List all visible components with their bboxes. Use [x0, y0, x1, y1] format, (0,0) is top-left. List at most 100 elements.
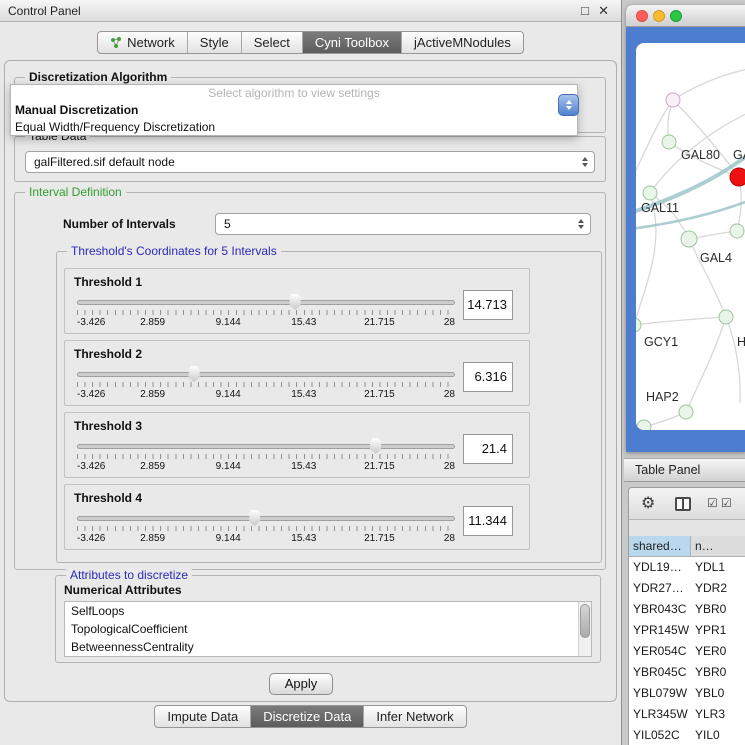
scale-label: -3.426	[77, 461, 105, 472]
cell[interactable]: YDL19…	[629, 557, 691, 578]
cell[interactable]: YDR27…	[629, 578, 691, 599]
scale-label: 2.859	[140, 317, 165, 328]
cell[interactable]: YBL079W	[629, 683, 691, 704]
close-traffic-light[interactable]	[636, 10, 648, 22]
tab-style[interactable]: Style	[188, 32, 242, 53]
cell[interactable]: YDL1	[691, 557, 745, 578]
table-row[interactable]: YLR345WYLR3	[629, 704, 745, 725]
cell[interactable]: YBR045C	[629, 662, 691, 683]
network-node[interactable]	[719, 310, 733, 324]
node-label: HAP2	[646, 390, 679, 404]
tab-infer-network[interactable]: Infer Network	[364, 706, 465, 727]
cell[interactable]: YLR3	[691, 704, 745, 725]
attributes-list-scrollbar[interactable]	[578, 602, 591, 656]
slider-track[interactable]	[77, 516, 455, 521]
scrollbar-thumb[interactable]	[580, 604, 590, 638]
checkbox-icon[interactable]: ☑	[721, 496, 732, 510]
slider-track[interactable]	[77, 372, 455, 377]
scale-label: 15.43	[291, 533, 316, 544]
algorithm-option-equal-width[interactable]: Equal Width/Frequency Discretization	[11, 119, 577, 136]
threshold-3-value-field[interactable]: 21.4	[463, 434, 513, 464]
cell[interactable]: YPR1	[691, 620, 745, 641]
number-of-intervals-label: Number of Intervals	[63, 217, 176, 231]
tab-cyni-toolbox[interactable]: Cyni Toolbox	[303, 32, 402, 53]
tab-impute-data[interactable]: Impute Data	[155, 706, 251, 727]
threshold-3-slider[interactable]: -3.426 2.859 9.144 15.43 21.715 28	[77, 437, 455, 477]
cell[interactable]: YBR0	[691, 599, 745, 620]
cell[interactable]: YER054C	[629, 641, 691, 662]
table-row[interactable]: YBL079WYBL0	[629, 683, 745, 704]
table-row[interactable]: YBR043CYBR0	[629, 599, 745, 620]
table-row[interactable]: YER054CYER0	[629, 641, 745, 662]
table-row[interactable]: YDR27…YDR2	[629, 578, 745, 599]
network-node[interactable]	[666, 93, 680, 107]
slider-thumb[interactable]	[248, 510, 261, 526]
minimize-traffic-light[interactable]	[653, 10, 665, 22]
table-row[interactable]: YIL052CYIL0	[629, 725, 745, 745]
node-label: GCY1	[644, 335, 678, 349]
network-node[interactable]	[637, 420, 651, 430]
cell[interactable]: YIL052C	[629, 725, 691, 745]
network-node[interactable]	[636, 318, 641, 332]
algorithm-dropdown-placeholder: Select algorithm to view settings	[11, 85, 577, 102]
threshold-2-value-field[interactable]: 6.316	[463, 362, 513, 392]
algorithm-combobox-stepper[interactable]	[558, 94, 579, 116]
list-item[interactable]: TopologicalCoefficient	[65, 620, 591, 638]
tab-jactivemnodules[interactable]: jActiveMNodules	[402, 32, 523, 53]
cell[interactable]: YLR345W	[629, 704, 691, 725]
stepper-down-icon	[566, 106, 572, 110]
network-node-selected[interactable]	[730, 168, 745, 186]
apply-button[interactable]: Apply	[269, 673, 333, 695]
gear-icon[interactable]: ⚙	[641, 494, 655, 514]
network-edges[interactable]	[636, 69, 745, 427]
table-row[interactable]: YBR045CYBR0	[629, 662, 745, 683]
algorithm-option-manual[interactable]: Manual Discretization	[11, 102, 577, 119]
close-window-icon[interactable]: ✕	[598, 0, 609, 22]
checkbox-icon[interactable]: ☑	[707, 496, 718, 510]
tab-select[interactable]: Select	[242, 32, 303, 53]
threshold-1-value-field[interactable]: 14.713	[463, 290, 513, 320]
cell[interactable]: YBL0	[691, 683, 745, 704]
network-node[interactable]	[643, 186, 657, 200]
float-window-icon[interactable]: □	[581, 0, 589, 22]
network-canvas[interactable]: GAL80 GA GAL11 GAL4 GCY1 HAP2 H	[636, 43, 745, 430]
scale-label: 21.715	[364, 317, 395, 328]
number-of-intervals-combobox[interactable]: 5	[215, 213, 591, 235]
threshold-2-slider[interactable]: -3.426 2.859 9.144 15.43 21.715 28	[77, 365, 455, 405]
cell[interactable]: YBR0	[691, 662, 745, 683]
control-panel-titlebar[interactable]: Control Panel □ ✕	[0, 0, 621, 22]
zoom-traffic-light[interactable]	[670, 10, 682, 22]
table-row[interactable]: YPR145WYPR1	[629, 620, 745, 641]
threshold-1-slider[interactable]: -3.426 2.859 9.144 15.43 21.715 28	[77, 293, 455, 333]
list-item[interactable]: SelfLoops	[65, 602, 591, 620]
cell[interactable]: YER0	[691, 641, 745, 662]
tab-jactivemnodules-label: jActiveMNodules	[414, 35, 511, 50]
slider-thumb[interactable]	[188, 366, 201, 382]
network-node[interactable]	[730, 224, 744, 238]
tab-network[interactable]: Network	[98, 32, 188, 53]
scale-label: 9.144	[216, 533, 241, 544]
tab-discretize-data[interactable]: Discretize Data	[251, 706, 364, 727]
cell[interactable]: YDR2	[691, 578, 745, 599]
network-node[interactable]	[679, 405, 693, 419]
slider-thumb[interactable]	[289, 294, 302, 310]
network-node[interactable]	[681, 231, 697, 247]
table-row[interactable]: YDL19…YDL1	[629, 557, 745, 578]
columns-icon[interactable]	[675, 497, 691, 511]
list-item[interactable]: BetweennessCentrality	[65, 638, 591, 656]
column-header-name[interactable]: n…	[691, 536, 745, 556]
network-window-titlebar[interactable]	[626, 5, 745, 27]
cell[interactable]: YIL0	[691, 725, 745, 745]
cell[interactable]: YBR043C	[629, 599, 691, 620]
slider-track[interactable]	[77, 300, 455, 305]
cell[interactable]: YPR145W	[629, 620, 691, 641]
table-data-combobox[interactable]: galFiltered.sif default node	[25, 151, 595, 173]
threshold-4-slider[interactable]: -3.426 2.859 9.144 15.43 21.715 28	[77, 509, 455, 549]
slider-ticks	[77, 310, 455, 315]
tab-infer-network-label: Infer Network	[376, 709, 453, 724]
slider-thumb[interactable]	[369, 438, 382, 454]
network-node[interactable]	[662, 135, 676, 149]
slider-track[interactable]	[77, 444, 455, 449]
threshold-4-value-field[interactable]: 11.344	[463, 506, 513, 536]
column-header-shared-name[interactable]: shared…	[629, 536, 691, 556]
